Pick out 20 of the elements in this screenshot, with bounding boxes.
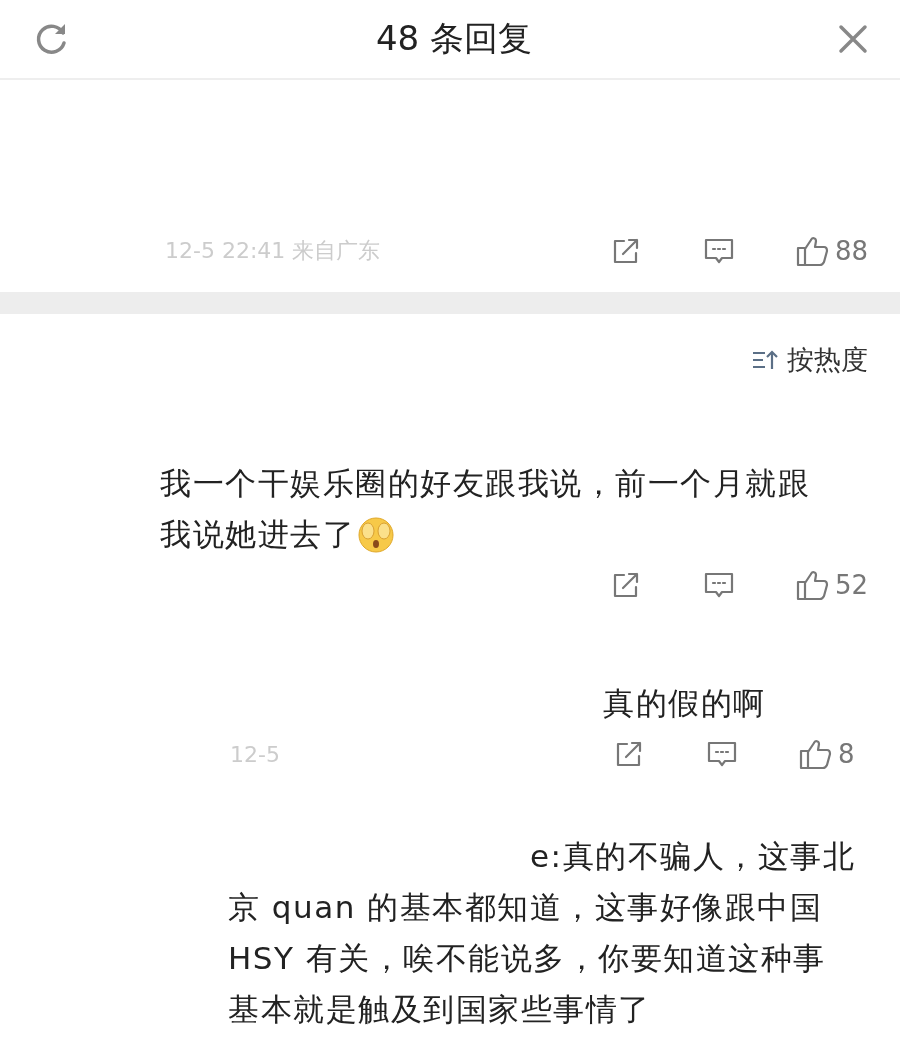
thumbs-up-icon[interactable]	[794, 234, 829, 268]
comment-text: e:真的不骗人，这事北	[530, 837, 856, 876]
comment-text: HSY 有关，唉不能说多，你要知道这种事	[228, 939, 826, 978]
comment-icon[interactable]	[702, 570, 735, 600]
thumbs-up-icon[interactable]	[794, 568, 829, 602]
like-count: 52	[834, 570, 868, 600]
comment-text: 基本就是触及到国家些事情了	[228, 990, 651, 1029]
comment-icon[interactable]	[702, 236, 735, 266]
comment-text: 京 quan 的基本都知道，这事好像跟中国	[228, 888, 823, 927]
like-count: 8	[838, 739, 856, 769]
comment-text: 我说她进去了	[160, 515, 355, 554]
close-icon[interactable]	[838, 24, 868, 54]
like-count: 88	[834, 236, 868, 266]
comment-text: 真的假的啊	[603, 684, 766, 723]
window-title: 48 条回复	[375, 17, 533, 60]
comment-text: 我一个干娱乐圈的好友跟我说，前一个月就跟	[160, 464, 810, 503]
sort-icon	[751, 349, 779, 371]
sort-button[interactable]: 按热度	[751, 342, 868, 378]
thumbs-up-icon[interactable]	[798, 737, 832, 771]
comment-icon[interactable]	[706, 739, 738, 769]
